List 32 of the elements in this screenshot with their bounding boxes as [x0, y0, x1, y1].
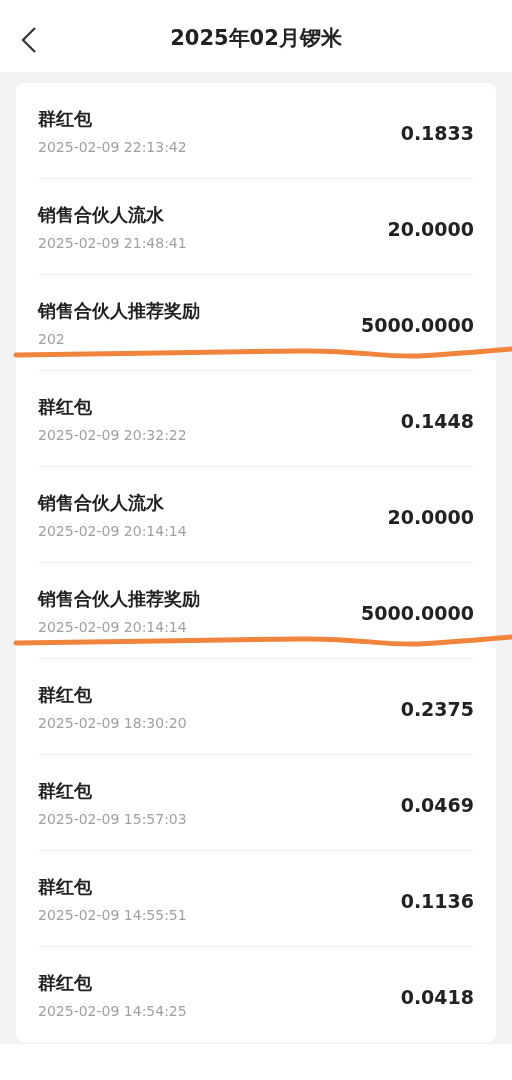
record-time: 2025-02-09 20:32:22: [38, 426, 187, 443]
record-time: 2025-02-09 22:13:42: [38, 138, 187, 155]
record-title: 群红包: [38, 682, 93, 707]
record-amount: 0.2375: [400, 697, 474, 720]
record-title: 群红包: [38, 394, 93, 419]
record-title: 销售合伙人流水: [38, 202, 165, 227]
record-amount: 0.1833: [400, 121, 474, 144]
record-title: 群红包: [38, 778, 93, 803]
record-title: 销售合伙人推荐奖励: [38, 586, 200, 611]
back-icon[interactable]: [20, 26, 38, 54]
record-amount: 20.0000: [387, 217, 474, 240]
record-amount: 20.0000: [387, 505, 474, 528]
record-time: 2025-02-09 20:14:14: [38, 618, 188, 635]
record-title: 销售合伙人推荐奖励: [38, 298, 200, 323]
record-amount: 5000.0000: [361, 313, 474, 336]
record-time: 2025-02-09 14:54:25: [38, 1002, 187, 1019]
record-time: 2025-02-09 18:30:20: [38, 714, 187, 731]
record-title: 群红包: [38, 970, 93, 995]
record-time: 2025-02-09 15:57:03: [38, 810, 187, 827]
record-amount: 0.0469: [400, 793, 474, 816]
record-title: 销售合伙人流水: [38, 490, 165, 515]
record-title: 群红包: [38, 874, 93, 899]
record-time: 2025-02-09 21:48:41: [38, 234, 187, 251]
record-amount: 0.0418: [400, 985, 474, 1008]
record-time: 2025-02-09 20:14:14: [38, 522, 187, 539]
record-amount: 0.1448: [400, 409, 474, 432]
record-title: 群红包: [38, 106, 93, 131]
record-amount: 0.1136: [400, 889, 474, 912]
record-time: 202: [38, 330, 66, 347]
record-amount: 5000.0000: [361, 601, 474, 624]
page-title: 2025年02月锣米: [170, 25, 342, 52]
record-time: 2025-02-09 14:55:51: [38, 906, 187, 923]
